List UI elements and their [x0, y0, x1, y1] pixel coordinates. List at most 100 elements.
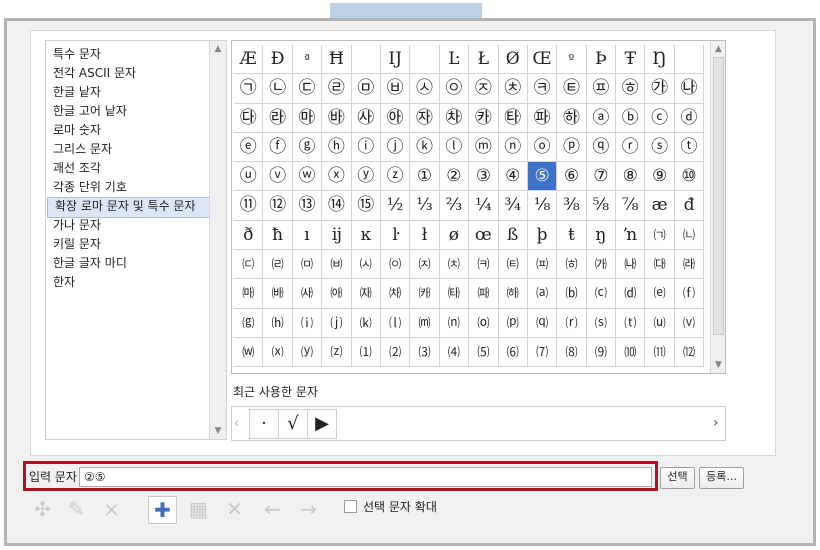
scroll-up-icon[interactable]: ▲ — [711, 43, 725, 55]
char-cell[interactable]: ⓡ — [616, 132, 646, 163]
category-item[interactable]: 한글 낱자 — [46, 83, 217, 102]
category-item[interactable]: 한자 — [46, 273, 217, 292]
char-cell[interactable] — [674, 45, 705, 75]
char-cell[interactable]: ㈂ — [234, 250, 264, 280]
char-cell[interactable]: ㉲ — [292, 103, 323, 133]
delete-icon[interactable]: ✕ — [221, 496, 248, 522]
char-cell[interactable]: ⅜ — [557, 191, 587, 221]
char-cell[interactable]: ③ — [469, 162, 499, 192]
char-cell[interactable]: ㉰ — [234, 103, 264, 133]
char-cell[interactable]: ⒟ — [616, 279, 646, 309]
add-to-user-icon[interactable]: ✣ — [29, 496, 56, 522]
char-cell[interactable]: ŧ — [557, 220, 587, 251]
char-cell[interactable]: ⑻ — [557, 337, 587, 368]
category-item[interactable]: 한글 글자 마디 — [46, 254, 217, 273]
char-cell[interactable]: ŀ — [380, 220, 411, 251]
char-cell[interactable]: ⅔ — [439, 191, 470, 221]
char-cell[interactable]: ⓜ — [469, 132, 499, 163]
char-cell[interactable]: ⓘ — [351, 132, 381, 163]
char-cell[interactable]: ㈈ — [410, 250, 440, 280]
recent-char[interactable]: · — [249, 409, 279, 439]
zoom-checkbox[interactable] — [344, 500, 357, 513]
char-cell[interactable]: ㈍ — [557, 250, 587, 280]
char-cell[interactable]: Ĳ — [380, 45, 411, 75]
char-cell[interactable]: Ŀ — [439, 45, 470, 75]
char-cell[interactable]: ⅓ — [410, 191, 440, 221]
char-cell[interactable]: ⓑ — [616, 103, 646, 133]
char-cell[interactable]: ⒤ — [292, 308, 323, 338]
char-cell[interactable]: ı — [292, 220, 323, 251]
category-item[interactable]: 확장 로마 문자 및 특수 문자 — [47, 197, 220, 218]
register-button[interactable]: 등록... — [699, 467, 744, 489]
char-cell[interactable]: ⑾ — [645, 337, 675, 368]
char-cell[interactable]: ⑧ — [616, 162, 646, 192]
char-cell[interactable]: ㈖ — [351, 279, 381, 309]
char-cell[interactable]: ⓞ — [527, 132, 558, 163]
char-cell[interactable]: ¼ — [469, 191, 499, 221]
char-cell[interactable]: ⓣ — [674, 132, 705, 163]
edit-user-icon[interactable]: ✎ — [63, 496, 90, 522]
char-cell[interactable]: ⑨ — [645, 162, 675, 192]
char-cell[interactable]: ㈁ — [674, 220, 705, 251]
char-cell[interactable]: ĸ — [351, 220, 381, 251]
char-cell[interactable]: ⓗ — [322, 132, 352, 163]
char-cell[interactable]: ㉴ — [351, 103, 381, 133]
char-cell[interactable]: ⑮ — [351, 191, 381, 221]
char-cell[interactable]: ㈊ — [469, 250, 499, 280]
char-cell[interactable]: ⓝ — [498, 132, 528, 163]
char-cell[interactable]: ⒮ — [586, 308, 617, 338]
char-cell[interactable]: ⑿ — [674, 337, 705, 368]
char-cell[interactable]: ⓖ — [292, 132, 323, 163]
char-cell[interactable]: ㉬ — [586, 74, 617, 104]
scroll-down-icon[interactable]: ▼ — [210, 425, 226, 437]
scroll-up-icon[interactable]: ▲ — [210, 43, 226, 55]
char-cell[interactable]: ⓒ — [645, 103, 675, 133]
char-cell[interactable]: ⑥ — [557, 162, 587, 192]
char-cell[interactable]: ⒡ — [674, 279, 705, 309]
char-cell[interactable]: ㉻ — [557, 103, 587, 133]
char-cell[interactable]: ⓩ — [380, 162, 411, 192]
char-cell[interactable]: ⓓ — [674, 103, 705, 133]
char-cell[interactable]: ㈏ — [616, 250, 646, 280]
char-cell[interactable]: ㈀ — [645, 220, 675, 251]
char-cell[interactable]: ⒪ — [469, 308, 499, 338]
char-cell[interactable]: ⓐ — [586, 103, 617, 133]
char-cell[interactable]: º — [557, 45, 587, 75]
char-cell[interactable]: ß — [498, 220, 528, 251]
recent-char[interactable]: ▶ — [307, 409, 337, 439]
char-cell[interactable]: ⒨ — [410, 308, 440, 338]
remove-user-icon[interactable]: ⨯ — [98, 496, 125, 522]
char-cell[interactable]: ł — [410, 220, 440, 251]
char-cell[interactable]: ⓥ — [263, 162, 293, 192]
char-cell[interactable]: ⓔ — [234, 132, 264, 163]
category-item[interactable]: 전각 ASCII 문자 — [46, 64, 217, 83]
char-cell[interactable]: ⒞ — [586, 279, 617, 309]
char-cell[interactable]: ① — [410, 162, 440, 192]
char-cell[interactable]: ⅛ — [527, 191, 558, 221]
char-cell[interactable]: ⑤ — [527, 162, 558, 192]
char-cell[interactable] — [351, 45, 381, 75]
char-cell[interactable]: ⓨ — [351, 162, 381, 192]
char-cell[interactable]: ŋ — [586, 220, 617, 251]
char-cell[interactable]: Œ — [527, 45, 558, 75]
char-cell[interactable]: ㈋ — [498, 250, 528, 280]
char-cell[interactable]: ⒠ — [645, 279, 675, 309]
category-item[interactable]: 괘선 조각 — [46, 159, 217, 178]
char-cell[interactable]: ⓙ — [380, 132, 411, 163]
char-cell[interactable]: ㉩ — [498, 74, 528, 104]
char-cell[interactable]: ㈌ — [527, 250, 558, 280]
category-item[interactable]: 각종 단위 기호 — [46, 178, 217, 197]
char-cell[interactable]: ㈃ — [263, 250, 293, 280]
char-cell[interactable]: ㉢ — [292, 74, 323, 104]
char-cell[interactable]: ㉡ — [263, 74, 293, 104]
char-cell[interactable]: ㉶ — [410, 103, 440, 133]
char-cell[interactable]: ⓛ — [439, 132, 470, 163]
char-cell[interactable]: ㈐ — [645, 250, 675, 280]
char-cell[interactable]: ⒥ — [322, 308, 352, 338]
char-cell[interactable]: ⒵ — [322, 337, 352, 368]
char-cell[interactable]: ㉠ — [234, 74, 264, 104]
char-cell[interactable]: ⒯ — [616, 308, 646, 338]
char-cell[interactable]: ⓦ — [292, 162, 323, 192]
char-cell[interactable]: ㉯ — [674, 74, 705, 104]
char-cell[interactable]: ⒩ — [439, 308, 470, 338]
